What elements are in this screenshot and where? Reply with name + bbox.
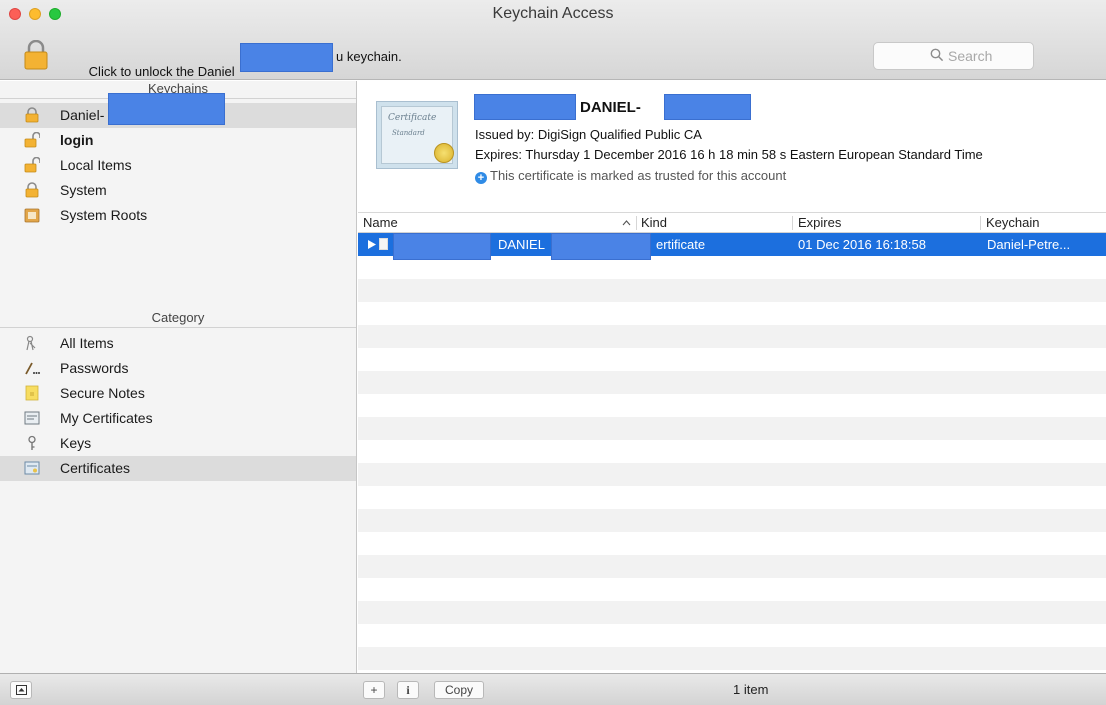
copy-button[interactable]: Copy (434, 681, 484, 699)
unlock-prompt-prefix: Click to unlock the Daniel (88, 64, 235, 79)
info-button[interactable]: i (397, 681, 419, 699)
empty-row (358, 279, 1106, 302)
note-icon (25, 385, 39, 401)
sidebar-item-login[interactable]: login (0, 128, 356, 153)
redaction-box (393, 233, 491, 260)
table-header: Name Kind Expires Keychain (358, 213, 1106, 233)
certificate-image-paper: Certificate Standard (381, 106, 454, 164)
sidebar-item-system-roots[interactable]: System Roots (0, 203, 356, 228)
main-content: Certificate Standard DANIEL- Issued by: … (358, 81, 1106, 673)
column-divider (980, 216, 981, 230)
empty-row (358, 463, 1106, 486)
cell-name: DANIEL (498, 237, 545, 252)
column-divider (792, 216, 793, 230)
column-header-name[interactable]: Name (363, 215, 398, 230)
unlocked-lock-icon (24, 157, 40, 173)
search-icon (930, 48, 944, 62)
empty-row (358, 647, 1106, 670)
certificate-summary: Certificate Standard DANIEL- Issued by: … (358, 81, 1106, 213)
toolbar: Keychain Access Click to unlock the Dani… (0, 0, 1106, 80)
trust-text: This certificate is marked as trusted fo… (490, 168, 787, 183)
window-title: Keychain Access (492, 5, 614, 22)
sidebar-item-secure-notes[interactable]: Secure Notes (0, 381, 356, 406)
category-header: Category (0, 310, 356, 328)
redaction-box (551, 233, 651, 260)
eject-icon (16, 685, 27, 695)
cell-kind: ertificate (656, 237, 706, 252)
sidebar-item-label: All Items (60, 335, 114, 351)
unlocked-lock-icon (24, 132, 40, 148)
toggle-sidebar-button[interactable] (10, 681, 32, 699)
empty-row (358, 555, 1106, 578)
sidebar-item-my-certificates[interactable]: My Certificates (0, 406, 356, 431)
certificate-icon (24, 411, 40, 425)
sidebar-item-label: Keys (60, 435, 92, 451)
certificate-expiry: Expires: Thursday 1 December 2016 16 h 1… (475, 147, 983, 162)
empty-row (358, 417, 1106, 440)
column-header-keychain[interactable]: Keychain (986, 215, 1039, 230)
sidebar-item-label: login (60, 132, 94, 148)
key-icon (28, 435, 36, 450)
column-header-expires[interactable]: Expires (798, 215, 841, 230)
add-button[interactable]: + (363, 681, 385, 699)
redaction-box (474, 94, 576, 120)
plus-circle-icon: + (475, 172, 487, 184)
certificate-image-subtitle: Standard (392, 129, 425, 137)
sidebar-item-label: System (60, 182, 107, 198)
certificate-name: DANIEL- (580, 99, 641, 116)
sidebar: Keychains Daniel- login Local Items Syst… (0, 81, 357, 673)
empty-row (358, 325, 1106, 348)
disclosure-triangle-icon[interactable] (368, 240, 376, 249)
seal-icon (434, 143, 454, 163)
sidebar-item-label: Daniel- (60, 107, 105, 123)
sidebar-item-label: Passwords (60, 360, 129, 376)
bottom-bar: + i Copy 1 item (0, 673, 1106, 705)
sidebar-item-label: My Certificates (60, 410, 153, 426)
certificate-list: DANIEL ertificate 01 Dec 2016 16:18:58 D… (358, 233, 1106, 673)
certificate-image-title: Certificate (388, 113, 437, 123)
lock-icon (25, 107, 39, 123)
passwords-icon (25, 362, 40, 375)
item-count-status: 1 item (733, 682, 769, 697)
column-header-kind[interactable]: Kind (641, 215, 667, 230)
empty-row (358, 509, 1106, 532)
sidebar-item-passwords[interactable]: Passwords (0, 356, 356, 381)
sidebar-item-local-items[interactable]: Local Items (0, 153, 356, 178)
keychain-access-window: Keychain Access Click to unlock the Dani… (0, 0, 1106, 705)
sidebar-item-label: System Roots (60, 207, 148, 223)
redaction-box (240, 43, 333, 72)
redaction-box (664, 94, 751, 120)
sidebar-item-all-items[interactable]: All Items (0, 331, 356, 356)
all-items-icon (26, 335, 36, 351)
cabinet-icon (24, 208, 40, 223)
lock-icon (25, 182, 39, 198)
redaction-box (108, 93, 225, 125)
certificate-icon (379, 238, 388, 250)
table-row[interactable]: DANIEL ertificate 01 Dec 2016 16:18:58 D… (358, 233, 1106, 260)
column-divider (636, 216, 637, 230)
sidebar-item-certificates[interactable]: Certificates (0, 456, 356, 481)
certificate-trust-status: + This certificate is marked as trusted f… (475, 168, 786, 184)
lock-icon[interactable] (23, 40, 49, 70)
empty-row (358, 601, 1106, 624)
empty-row (358, 371, 1106, 394)
sidebar-item-keys[interactable]: Keys (0, 431, 356, 456)
certificate-image: Certificate Standard (376, 101, 458, 169)
certificate-icon (24, 461, 40, 475)
cell-expires: 01 Dec 2016 16:18:58 (798, 237, 926, 252)
search-input[interactable] (948, 47, 1028, 65)
sidebar-item-label: Certificates (60, 460, 131, 476)
certificate-issuer: Issued by: DigiSign Qualified Public CA (475, 127, 702, 142)
sidebar-item-system[interactable]: System (0, 178, 356, 203)
sidebar-item-label: Local Items (60, 157, 132, 173)
sidebar-item-label: Secure Notes (60, 385, 145, 401)
cell-keychain: Daniel-Petre... (987, 237, 1071, 252)
sort-ascending-icon[interactable] (622, 220, 631, 226)
unlock-prompt-suffix: u keychain. (336, 49, 402, 64)
